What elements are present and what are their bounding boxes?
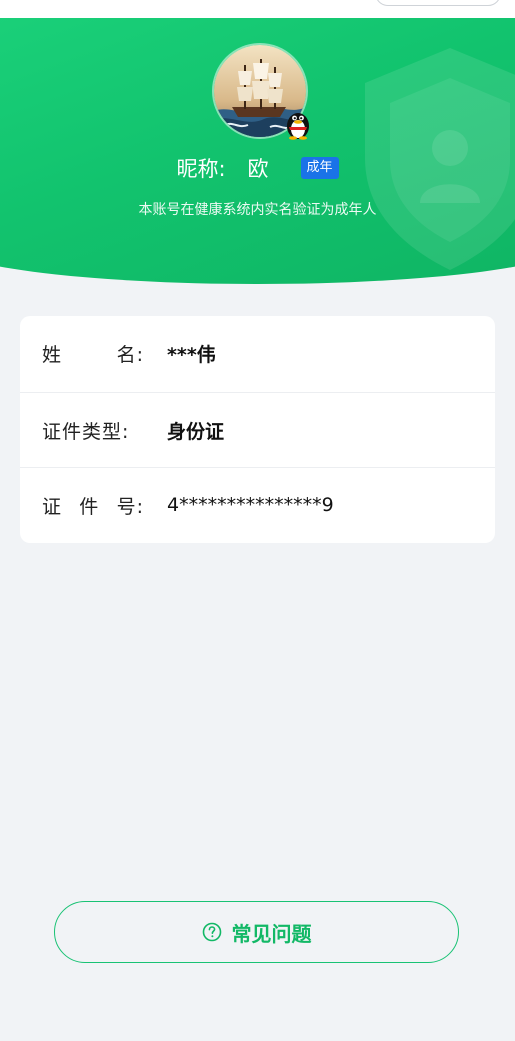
top-bar [0, 0, 515, 18]
id-type-label: 证件类型: [42, 420, 130, 443]
identity-info-card: 姓 名: ***伟 证件类型: 身份证 证 件 号: 4************… [20, 316, 495, 543]
faq-label: 常见问题 [231, 921, 312, 946]
id-number-value: 4***************9 [167, 494, 334, 516]
verification-status-text: 本账号在健康系统内实名验证为成年人 [138, 202, 377, 218]
name-row: 姓 名: ***伟 [20, 316, 495, 391]
id-type-row: 证件类型: 身份证 [20, 392, 495, 467]
faq-button[interactable]: 常见问题 [54, 901, 459, 963]
question-circle-icon [202, 922, 221, 942]
name-label: 姓 名: [42, 344, 144, 366]
nickname-value: 欧 [247, 157, 269, 181]
real-name-info-page: 昵称: 欧 成年 本账号在健康系统内实名验证为成年人 姓 名: ***伟 证件类… [0, 0, 515, 1041]
top-pill-button[interactable] [375, 0, 501, 6]
nickname-row: 昵称: 欧 成年 [0, 152, 515, 184]
name-value: ***伟 [167, 344, 216, 366]
adult-badge: 成年 [300, 157, 339, 179]
id-number-label: 证 件 号: [42, 495, 144, 518]
id-number-row: 证 件 号: 4***************9 [20, 467, 495, 542]
qq-penguin-icon [287, 113, 309, 140]
id-type-value: 身份证 [167, 420, 225, 443]
nickname-label: 昵称: [176, 157, 226, 181]
